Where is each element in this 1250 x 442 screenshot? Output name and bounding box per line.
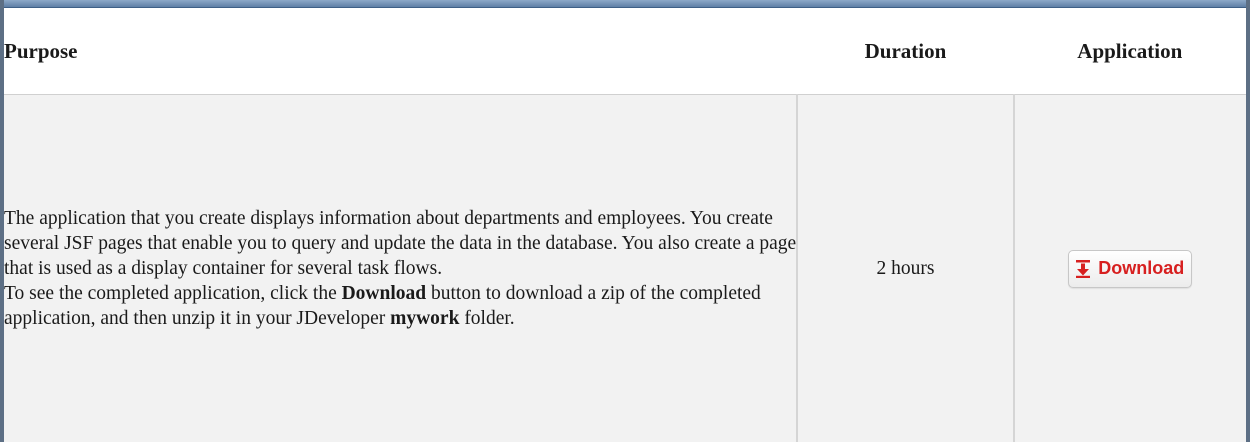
- browser-frame: Purpose Duration Application The applica…: [0, 0, 1250, 442]
- window-top-edge: [0, 0, 1250, 8]
- table-row: The application that you create displays…: [4, 94, 1246, 442]
- header-application: Application: [1013, 8, 1246, 95]
- duration-cell: 2 hours: [797, 94, 1015, 442]
- download-button-label: Download: [1098, 258, 1185, 278]
- purpose-text-download-bold: Download: [341, 283, 427, 304]
- window-right-edge: [1246, 0, 1250, 442]
- purpose-text-2-suffix: folder.: [459, 308, 515, 329]
- table-header-row: Purpose Duration Application: [4, 8, 1246, 95]
- header-purpose: Purpose: [4, 8, 798, 95]
- download-arrow-icon: [1076, 259, 1091, 278]
- purpose-text-2-prefix: To see the completed application, click …: [4, 283, 342, 304]
- purpose-cell: The application that you create displays…: [4, 94, 799, 442]
- download-button[interactable]: Download: [1068, 249, 1193, 288]
- application-cell: Download: [1013, 94, 1246, 442]
- purpose-text-1: The application that you create displays…: [4, 208, 797, 279]
- tutorial-table: Purpose Duration Application The applica…: [4, 8, 1246, 442]
- purpose-description: The application that you create displays…: [4, 206, 796, 331]
- purpose-text-2: To see the completed application, click …: [4, 281, 796, 331]
- header-duration: Duration: [797, 8, 1014, 95]
- purpose-text-mywork-bold: mywork: [390, 308, 460, 329]
